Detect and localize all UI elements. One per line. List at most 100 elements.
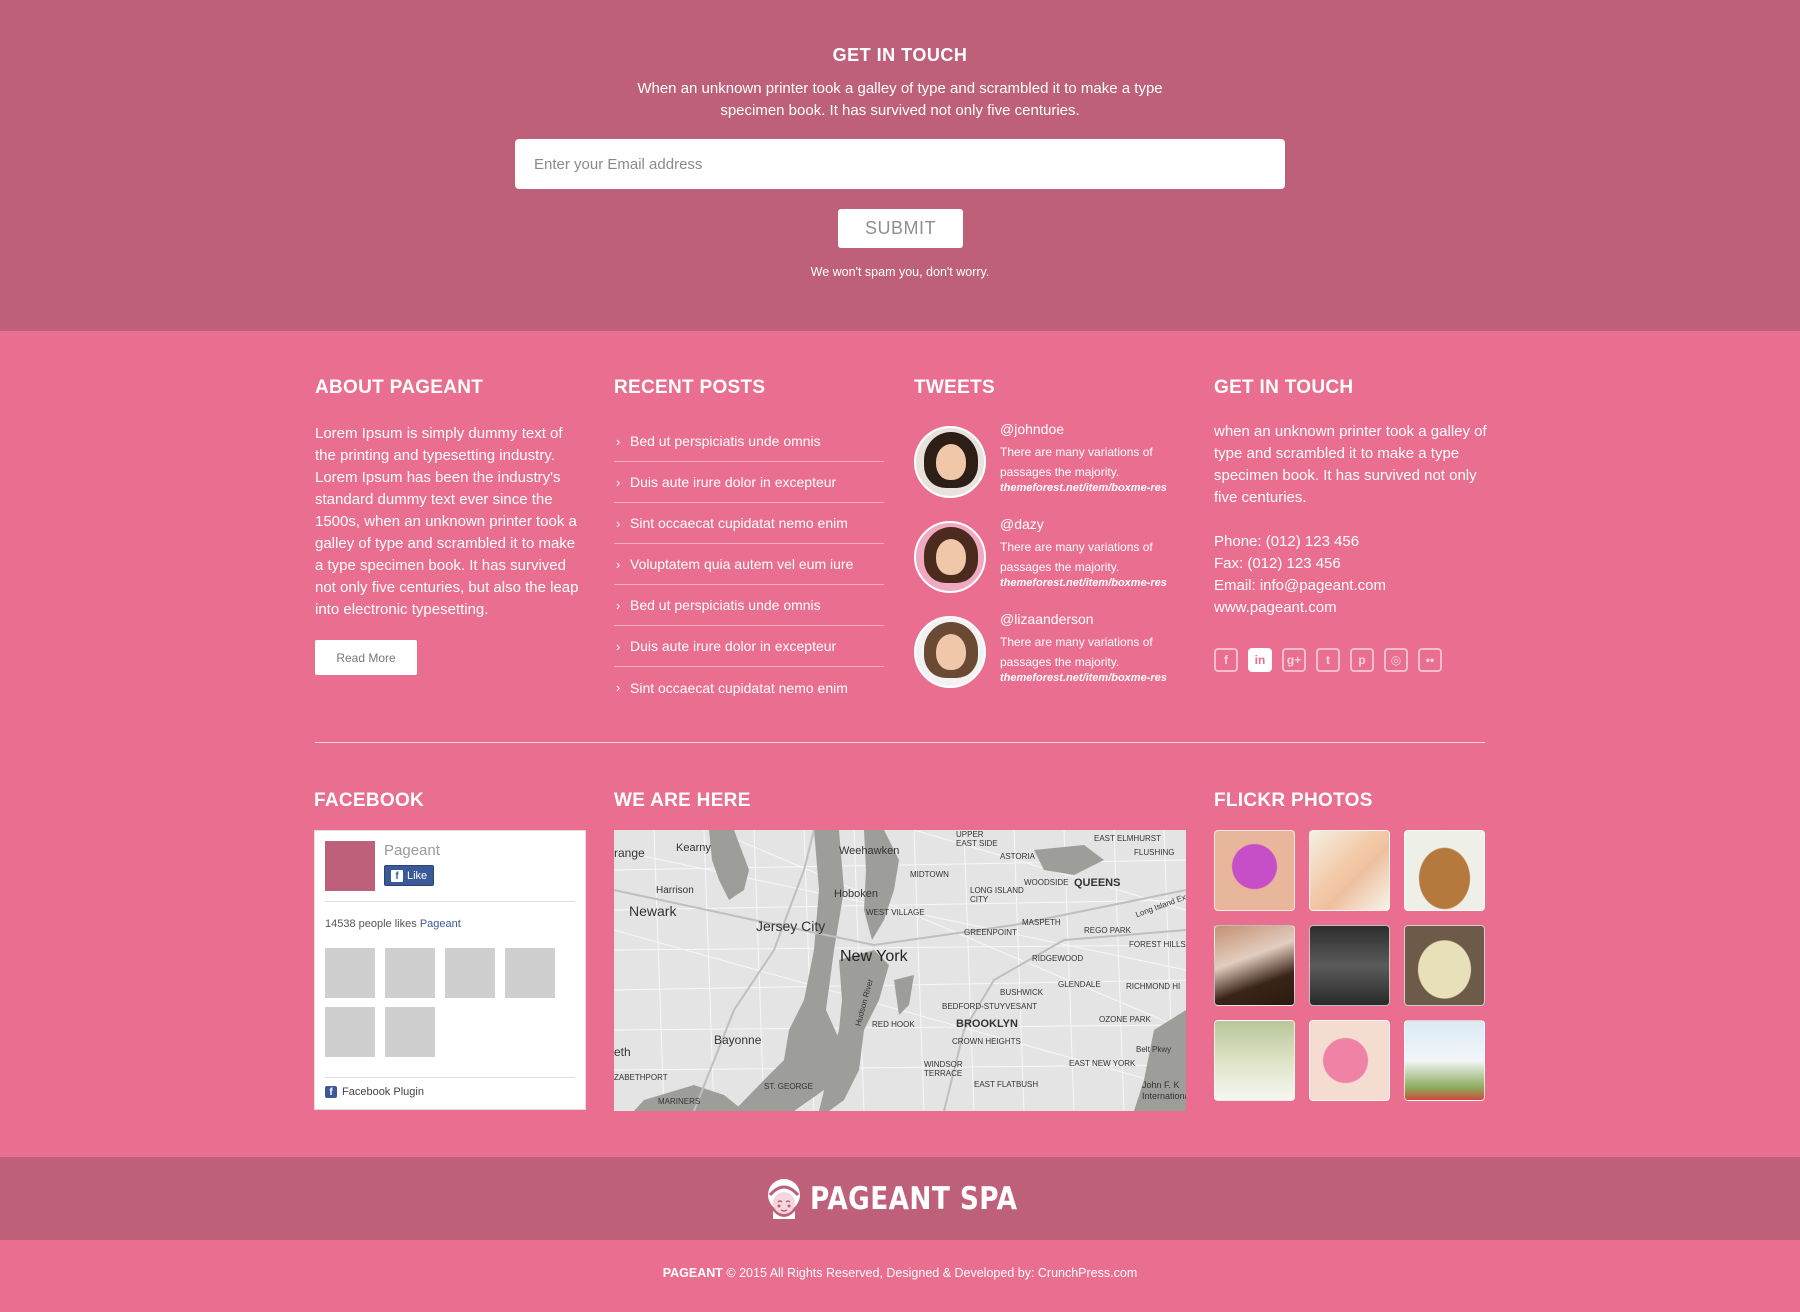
facebook-page-link[interactable]: Pageant (420, 918, 461, 930)
map-label: FOREST HILLS (1129, 940, 1186, 949)
post-item[interactable]: › Bed ut perspiciatis unde omnis (614, 421, 884, 462)
recent-posts-column: RECENT POSTS › Bed ut perspiciatis unde o… (614, 377, 884, 708)
flickr-photo[interactable] (1309, 830, 1390, 911)
map-label: QUEENS (1074, 877, 1121, 889)
map-label: Weehawken (839, 845, 900, 857)
like-label: Like (407, 869, 428, 882)
flickr-photo[interactable] (1214, 1020, 1295, 1101)
post-item[interactable]: › Duis aute irure dolor in excepteur (614, 462, 884, 503)
flickr-icon[interactable]: •• (1418, 648, 1442, 672)
map-label: ZABETHPORT (614, 1073, 668, 1082)
map-label: Newark (629, 903, 677, 919)
avatar[interactable] (914, 616, 986, 688)
tweet-item: @johndoe There are many variations of pa… (914, 421, 1184, 516)
recent-posts-list: › Bed ut perspiciatis unde omnis › Duis au… (614, 421, 884, 708)
tweet-text: There are many variations of passages th… (1000, 540, 1153, 574)
fan-avatar[interactable] (325, 948, 375, 998)
fan-avatar[interactable] (385, 1007, 435, 1057)
map-label: BROOKLYN (956, 1018, 1018, 1030)
flickr-grid (1214, 830, 1486, 1101)
spa-face-logo-icon[interactable] (766, 1175, 802, 1223)
post-link[interactable]: Bed ut perspiciatis unde omnis (630, 433, 821, 449)
chevron-right-icon: › (616, 556, 621, 572)
tweet-link[interactable]: themeforest.net/item/boxme-res (1000, 482, 1190, 494)
copyright-text: © 2015 All Rights Reserved, Designed & D… (726, 1266, 1138, 1280)
map-label: MIDTOWN (910, 870, 949, 879)
avatar[interactable] (914, 521, 986, 593)
contact-text: when an unknown printer took a galley of… (1214, 423, 1487, 506)
facebook-icon: f (325, 1086, 337, 1098)
fan-avatar[interactable] (445, 948, 495, 998)
flickr-title: FLICKR PHOTOS (1214, 790, 1373, 811)
instagram-icon[interactable]: ◎ (1384, 648, 1408, 672)
facebook-page-name[interactable]: Pageant (384, 842, 440, 859)
post-item[interactable]: › Sint occaecat cupidatat nemo enim (614, 667, 884, 708)
map-label: RICHMOND HI (1126, 982, 1181, 991)
post-link[interactable]: Sint occaecat cupidatat nemo enim (630, 515, 848, 531)
read-more-button[interactable]: Read More (315, 640, 417, 675)
brand-name[interactable]: PAGEANT SPA (810, 1181, 1017, 1217)
map-label: FLUSHING (1134, 848, 1175, 857)
map-label: LONG ISLAND CITY (970, 886, 1024, 904)
fan-avatar[interactable] (385, 948, 435, 998)
map-label: Belt Pkwy (1136, 1045, 1172, 1054)
tweet-list: @johndoe There are many variations of pa… (914, 421, 1184, 706)
tweet-user[interactable]: @dazy (1000, 516, 1190, 532)
facebook-column: FACEBOOK Pageant f Like 14538 people lik… (314, 790, 586, 1110)
facebook-fans-grid (325, 948, 565, 1057)
flickr-photo[interactable] (1404, 925, 1485, 1006)
newsletter-note: We won't spam you, don't worry. (810, 265, 990, 279)
fan-avatar[interactable] (505, 948, 555, 998)
location-map[interactable]: New York Jersey City Newark Hoboken Weeh… (614, 830, 1186, 1111)
contact-column: GET IN TOUCH when an unknown printer too… (1214, 377, 1489, 672)
map-title: WE ARE HERE (614, 790, 751, 811)
twitter-icon[interactable]: t (1316, 648, 1340, 672)
flickr-photo[interactable] (1404, 830, 1485, 911)
facebook-icon[interactable]: f (1214, 648, 1238, 672)
submit-button[interactable]: SUBMIT (838, 209, 963, 248)
facebook-page-thumbnail[interactable] (325, 841, 375, 891)
post-link[interactable]: Duis aute irure dolor in excepteur (630, 474, 836, 490)
facebook-plugin-label[interactable]: f Facebook Plugin (325, 1086, 424, 1098)
map-label: WOODSIDE (1024, 878, 1069, 887)
flickr-photo[interactable] (1214, 925, 1295, 1006)
avatar[interactable] (914, 426, 986, 498)
chevron-right-icon: › (616, 474, 621, 490)
post-link[interactable]: Duis aute irure dolor in excepteur (630, 638, 836, 654)
facebook-like-button[interactable]: f Like (384, 865, 435, 886)
flickr-photo[interactable] (1309, 1020, 1390, 1101)
map-label: Bayonne (714, 1033, 762, 1047)
facebook-icon: f (391, 869, 403, 882)
contact-title: GET IN TOUCH (1214, 377, 1354, 398)
post-link[interactable]: Voluptatem quia autem vel eum iure (630, 556, 853, 572)
post-item[interactable]: › Voluptatem quia autem vel eum iure (614, 544, 884, 585)
flickr-photo[interactable] (1214, 830, 1295, 911)
flickr-photo[interactable] (1404, 1020, 1485, 1101)
post-link[interactable]: Sint occaecat cupidatat nemo enim (630, 680, 848, 696)
facebook-title: FACEBOOK (314, 790, 425, 811)
recent-posts-title: RECENT POSTS (614, 377, 766, 398)
footer-main: ABOUT PAGEANT Lorem Ipsum is simply dumm… (0, 331, 1800, 1157)
fan-avatar[interactable] (325, 1007, 375, 1057)
contact-email[interactable]: Email: info@pageant.com (1214, 575, 1489, 597)
about-text: Lorem Ipsum is simply dummy text of the … (315, 425, 579, 618)
post-link[interactable]: Bed ut perspiciatis unde omnis (630, 597, 821, 613)
map-label: REGO PARK (1084, 926, 1131, 935)
tweet-user[interactable]: @lizaanderson (1000, 611, 1190, 627)
post-item[interactable]: › Sint occaecat cupidatat nemo enim (614, 503, 884, 544)
map-label: EAST ELMHURST (1094, 834, 1161, 843)
tweet-user[interactable]: @johndoe (1000, 421, 1190, 437)
post-item[interactable]: › Bed ut perspiciatis unde omnis (614, 585, 884, 626)
newsletter-title: GET IN TOUCH (832, 45, 968, 65)
linkedin-icon[interactable]: in (1248, 648, 1272, 672)
map-label: ASTORIA (1000, 852, 1035, 861)
google-plus-icon[interactable]: g+ (1282, 648, 1306, 672)
flickr-photo[interactable] (1309, 925, 1390, 1006)
about-title: ABOUT PAGEANT (315, 377, 484, 398)
email-input[interactable] (515, 139, 1285, 189)
tweet-link[interactable]: themeforest.net/item/boxme-res (1000, 672, 1190, 684)
tweet-link[interactable]: themeforest.net/item/boxme-res (1000, 577, 1190, 589)
contact-website[interactable]: www.pageant.com (1214, 597, 1489, 619)
pinterest-icon[interactable]: p (1350, 648, 1374, 672)
post-item[interactable]: › Duis aute irure dolor in excepteur (614, 626, 884, 667)
